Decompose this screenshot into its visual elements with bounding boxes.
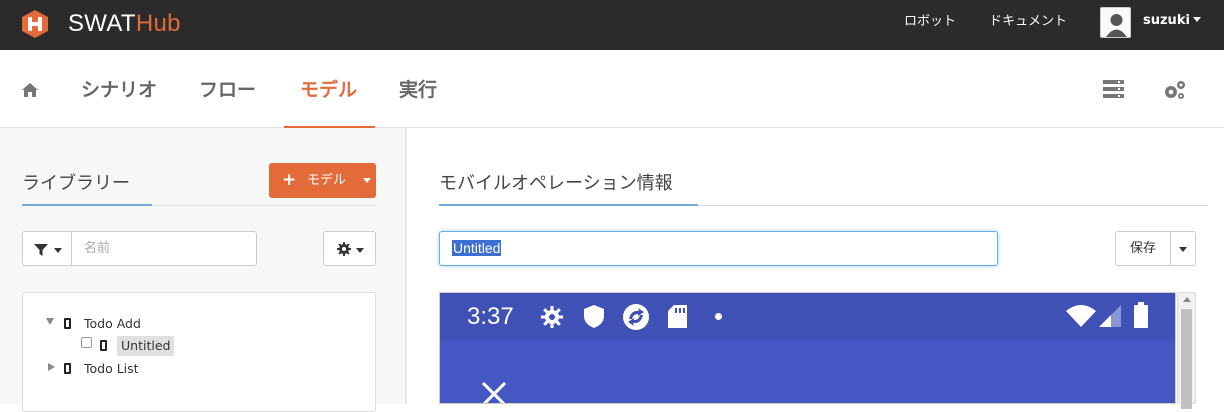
top-bar: SWATHub ロボット ドキュメント suzuki (0, 0, 1224, 50)
library-panel: ライブラリー + モデル Todo Add Untitled T (0, 128, 407, 412)
tree-item-untitled[interactable]: Untitled (117, 336, 175, 356)
tree-item-todo-list[interactable]: Todo List (84, 361, 139, 377)
notification-dot-icon (715, 313, 722, 320)
model-tree: Todo Add Untitled Todo List (22, 292, 376, 412)
scroll-thumb[interactable] (1181, 309, 1192, 409)
plus-icon: + (282, 170, 297, 190)
save-options-button[interactable] (1170, 231, 1196, 266)
sd-card-icon (668, 305, 687, 328)
device-screen[interactable]: 3:37 (439, 292, 1176, 404)
add-model-button[interactable]: + モデル (269, 163, 376, 198)
brand-main: SWAT (68, 10, 136, 37)
chevron-down-icon (1179, 247, 1187, 252)
battery-icon (1134, 302, 1148, 328)
server-list-icon[interactable] (1103, 80, 1124, 98)
mobile-icon (64, 363, 71, 374)
tab-run[interactable]: 実行 (399, 78, 437, 102)
mobile-icon (64, 318, 71, 329)
chevron-down-icon (54, 248, 62, 253)
chevron-down-icon (356, 248, 364, 253)
robot-link[interactable]: ロボット (904, 14, 956, 30)
device-status-bar: 3:37 (440, 293, 1175, 339)
tab-flow[interactable]: フロー (199, 78, 256, 102)
gear-icon (337, 242, 351, 256)
filter-button[interactable] (22, 231, 72, 266)
filter-icon (34, 244, 48, 256)
operation-name-input[interactable]: Untitled (439, 231, 998, 266)
swathub-logo-icon[interactable] (20, 9, 50, 39)
detail-title: モバイルオペレーション情報 (439, 173, 673, 194)
chevron-down-icon (363, 178, 371, 183)
settings-button[interactable] (323, 231, 376, 266)
expand-toggle-icon[interactable] (46, 318, 54, 325)
save-button[interactable]: 保存 (1115, 231, 1171, 266)
tree-item-todo-add[interactable]: Todo Add (84, 316, 141, 332)
user-menu[interactable]: suzuki (1143, 13, 1201, 29)
gears-icon[interactable] (1163, 80, 1187, 100)
expand-toggle-icon[interactable] (48, 363, 55, 371)
document-link[interactable]: ドキュメント (989, 14, 1067, 30)
device-app-bar (440, 339, 1175, 404)
library-title: ライブラリー (22, 173, 130, 194)
tab-scenario[interactable]: シナリオ (81, 78, 157, 102)
avatar-icon (1101, 8, 1130, 37)
main-nav: シナリオ フロー モデル 実行 (0, 50, 1224, 128)
wifi-icon (1066, 305, 1096, 327)
brand-accent: Hub (135, 10, 181, 37)
brand-name[interactable]: SWATHub (68, 10, 181, 38)
mobile-icon (100, 340, 107, 351)
sync-app-icon (623, 304, 649, 330)
title-underline (22, 204, 152, 206)
user-avatar[interactable] (1100, 7, 1131, 38)
device-scrollbar[interactable] (1177, 292, 1196, 409)
scroll-up-icon[interactable] (1183, 297, 1191, 302)
close-icon[interactable] (481, 381, 507, 404)
selected-text: Untitled (452, 240, 502, 256)
search-input[interactable] (71, 231, 257, 266)
item-checkbox[interactable] (81, 337, 92, 348)
add-model-label: モデル (307, 173, 347, 188)
chevron-down-icon (1192, 17, 1201, 22)
title-underline (439, 204, 698, 206)
home-icon[interactable] (21, 82, 39, 98)
shield-icon (584, 305, 604, 328)
settings-gear-icon (541, 306, 563, 328)
username: suzuki (1143, 13, 1190, 28)
cell-signal-icon (1099, 305, 1121, 327)
device-time: 3:37 (467, 303, 514, 330)
tab-model[interactable]: モデル (300, 78, 357, 102)
